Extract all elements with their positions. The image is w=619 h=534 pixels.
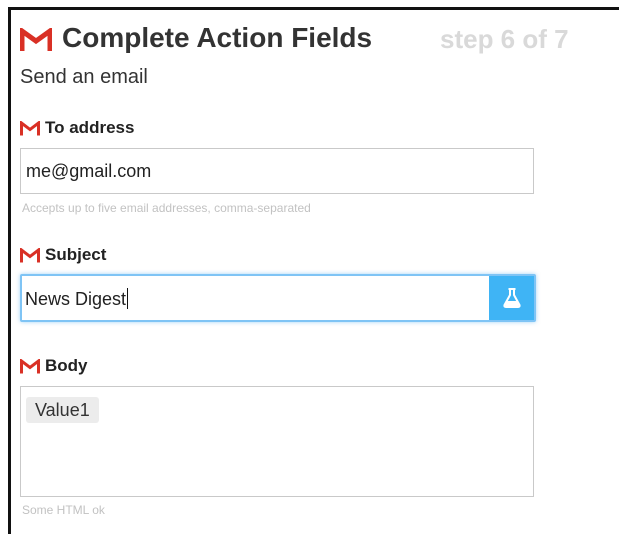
to-address-field[interactable]: me@gmail.com [20,148,534,194]
page-title: Complete Action Fields [62,22,373,53]
gmail-icon [20,248,40,263]
action-name: Send an email [20,66,148,88]
subject-label-text: Subject [45,245,107,264]
to-address-label-text: To address [45,118,135,137]
gmail-icon [20,121,40,136]
subject-value: News Digest [25,288,129,310]
flask-icon [502,288,521,308]
header: Complete Action Fields step 6 of 7 [20,22,610,58]
add-ingredient-button[interactable] [489,276,534,320]
subject-text: News Digest [25,289,127,309]
body-label-text: Body [45,356,88,375]
gmail-icon [20,28,52,52]
to-address-help: Accepts up to five email addresses, comm… [22,201,311,215]
gmail-icon [20,359,40,374]
ingredient-token[interactable]: Value1 [26,397,99,423]
step-indicator: step 6 of 7 [440,24,569,54]
body-field[interactable]: Value1 [20,386,534,497]
subject-field[interactable]: News Digest [20,274,536,322]
to-address-value: me@gmail.com [26,161,152,181]
text-caret [127,288,129,309]
body-help: Some HTML ok [22,503,105,517]
